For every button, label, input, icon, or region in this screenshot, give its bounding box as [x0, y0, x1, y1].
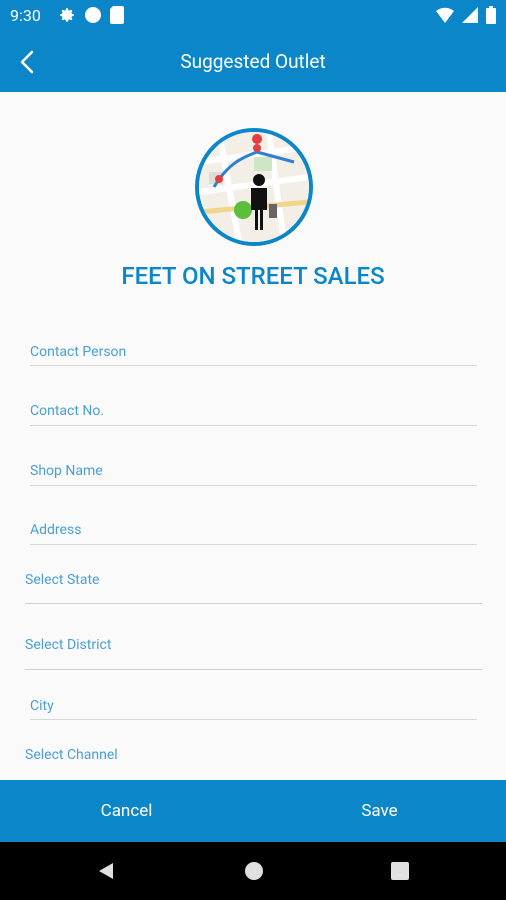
contact-no-field[interactable]: Contact No.: [30, 403, 104, 419]
city-field[interactable]: City: [30, 698, 54, 714]
system-nav-bar: [0, 842, 506, 900]
contact-no-underline: [30, 425, 477, 426]
battery-icon: [486, 6, 496, 28]
form-content: FEET ON STREET SALES Contact Person Cont…: [0, 92, 506, 780]
brand-title: FEET ON STREET SALES: [121, 262, 385, 290]
page-title: Suggested Outlet: [180, 50, 326, 73]
app-bar: Suggested Outlet: [0, 32, 506, 92]
app-logo: [195, 128, 313, 246]
shop-name-underline: [30, 485, 477, 486]
select-state-dropdown[interactable]: Select State: [25, 572, 99, 588]
address-field[interactable]: Address: [30, 522, 81, 538]
wifi-icon: [436, 7, 454, 27]
nav-recents-icon[interactable]: [390, 861, 410, 885]
status-bar: 9:30: [0, 0, 506, 32]
map-salesman-icon: [199, 132, 309, 242]
city-underline: [30, 719, 477, 720]
nav-home-icon[interactable]: [244, 861, 264, 885]
status-time: 9:30: [10, 6, 41, 25]
circle-icon: [84, 6, 102, 28]
nav-back-icon[interactable]: [96, 861, 116, 885]
gear-icon: [58, 6, 76, 28]
shop-name-field[interactable]: Shop Name: [30, 463, 103, 479]
select-channel-dropdown[interactable]: Select Channel: [25, 747, 118, 763]
address-underline: [30, 544, 477, 545]
select-district-dropdown[interactable]: Select District: [25, 637, 111, 653]
contact-person-field[interactable]: Contact Person: [30, 344, 126, 360]
select-state-underline: [25, 603, 482, 604]
signal-icon: [462, 7, 478, 27]
contact-person-underline: [30, 365, 477, 366]
save-button[interactable]: Save: [253, 780, 506, 842]
select-district-underline: [25, 669, 482, 670]
sd-card-icon: [110, 6, 124, 28]
cancel-button[interactable]: Cancel: [0, 780, 253, 842]
action-bar: Cancel Save: [0, 780, 506, 842]
